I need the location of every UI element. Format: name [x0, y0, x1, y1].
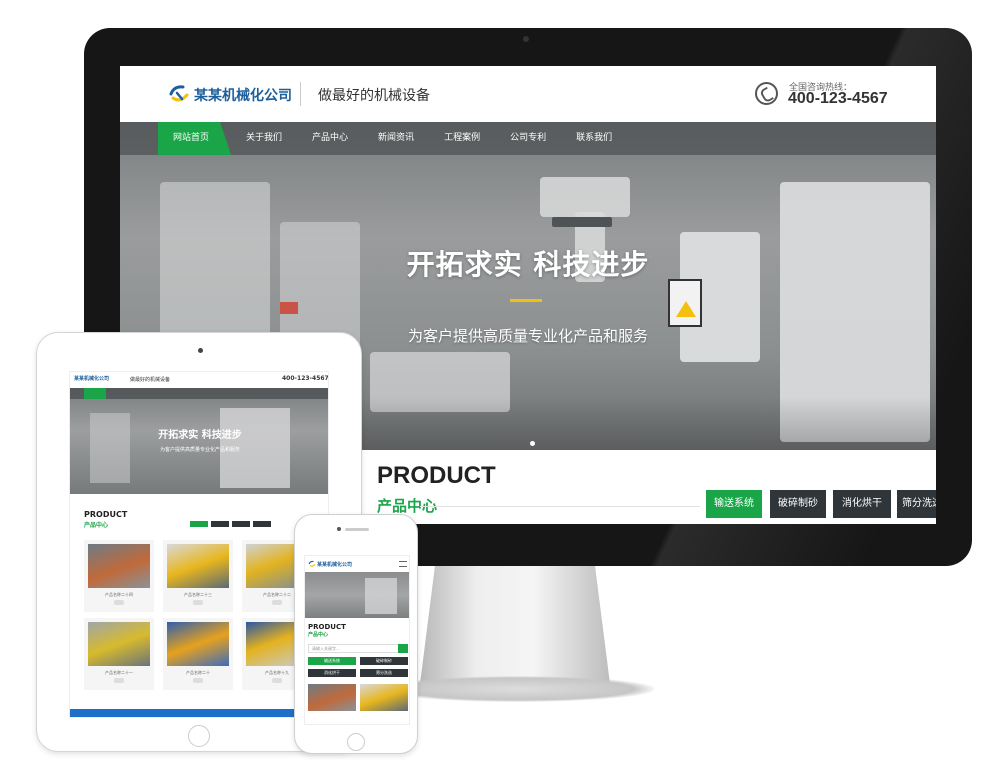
tablet-product-card[interactable]: 产品名称二十三 — [163, 540, 233, 612]
tablet-product-tab[interactable] — [253, 521, 271, 527]
monitor-stand-neck — [420, 564, 610, 684]
monitor-camera — [523, 36, 529, 42]
phone-speaker — [345, 528, 369, 531]
phone-search-button[interactable] — [398, 644, 408, 653]
phone-robot-shape — [365, 578, 397, 614]
company-slogan: 做最好的机械设备 — [318, 88, 430, 104]
device-mockup-stage: 某某机械化公司 做最好的机械设备 全国咨询热线： 400-123-4567 网站… — [0, 0, 1000, 782]
phone-search-input[interactable]: 请输入关键字... — [308, 644, 408, 653]
product-thumbnail — [88, 622, 150, 666]
header-divider — [300, 82, 301, 106]
phone-company-name[interactable]: 某某机械化公司 — [317, 561, 352, 568]
red-label-shape — [280, 302, 298, 314]
product-more-button[interactable] — [193, 678, 203, 683]
phone-product-heading-en: PRODUCT — [308, 623, 346, 631]
tablet-hero-title: 开拓求实 科技进步 — [158, 430, 242, 441]
phone-camera — [337, 527, 341, 531]
nav-item-about[interactable]: 关于我们 — [231, 122, 297, 155]
tablet-product-tab[interactable] — [190, 521, 208, 527]
product-more-button[interactable] — [193, 600, 203, 605]
tablet-screen: 某某机械化公司 做最好的机械设备 400-123-4567 开拓求实 科技进步 … — [69, 371, 329, 718]
product-tab-drying[interactable]: 消化烘干 — [833, 490, 891, 518]
nav-item-patents[interactable]: 公司专利 — [495, 122, 561, 155]
phone-menu-icon[interactable] — [399, 561, 407, 567]
product-heading-en: PRODUCT — [377, 462, 496, 489]
phone-product-tab[interactable]: 消化烘干 — [308, 669, 356, 677]
tablet-product-heading-cn: 产品中心 — [84, 522, 109, 529]
company-logo-icon[interactable] — [168, 83, 190, 105]
hero-title: 开拓求实 科技进步 — [406, 248, 650, 281]
nav-item-news[interactable]: 新闻资讯 — [363, 122, 429, 155]
phone-search-placeholder: 请输入关键字... — [312, 646, 340, 651]
tablet-company-name[interactable]: 某某机械化公司 — [74, 375, 109, 382]
product-thumbnail — [88, 544, 150, 588]
warning-sign-shape — [668, 279, 702, 327]
robot-gripper-shape — [552, 217, 612, 227]
tablet-hotline-number: 400-123-4567 — [282, 375, 329, 382]
product-caption: 产品名称二十三 — [184, 592, 212, 597]
nav-item-products[interactable]: 产品中心 — [297, 122, 363, 155]
robot-arm-shape — [540, 177, 630, 217]
phone-hero-banner — [305, 572, 409, 618]
tablet-product-tab[interactable] — [211, 521, 229, 527]
product-thumbnail — [167, 544, 229, 588]
tablet-hero-banner: 开拓求实 科技进步 为客户提供高质量专业化产品和服务 — [70, 388, 328, 494]
phone-product-tab[interactable]: 输送系统 — [308, 657, 356, 665]
tablet-camera — [198, 348, 203, 353]
main-navigation: 网站首页 关于我们 产品中心 新闻资讯 工程案例 公司专利 联系我们 — [120, 122, 936, 155]
product-caption: 产品名称二十一 — [105, 670, 133, 675]
nav-item-cases[interactable]: 工程案例 — [429, 122, 495, 155]
product-tab-screening[interactable]: 筛分洗选 — [897, 490, 936, 518]
company-name[interactable]: 某某机械化公司 — [194, 85, 292, 105]
tablet-site-header: 某某机械化公司 做最好的机械设备 400-123-4567 — [70, 372, 328, 388]
tablet-navigation — [70, 388, 328, 399]
product-caption: 产品名称二十 — [186, 670, 210, 675]
phone-product-tab[interactable]: 破碎制砂 — [360, 657, 408, 665]
tablet-footer-bar — [70, 709, 328, 717]
phone-product-heading-cn: 产品中心 — [308, 632, 329, 638]
slider-dot[interactable] — [530, 441, 535, 446]
tablet-product-tab[interactable] — [232, 521, 250, 527]
product-more-button[interactable] — [272, 600, 282, 605]
phone-device: 某某机械化公司 PRODUCT 产品中心 请输入关键字... 输送系统 破碎制砂… — [294, 514, 418, 754]
nav-item-home[interactable]: 网站首页 — [158, 122, 232, 155]
tablet-hero-subtitle: 为客户提供高质量专业化产品和服务 — [159, 447, 240, 453]
tablet-company-slogan: 做最好的机械设备 — [130, 377, 171, 383]
nav-item-contact[interactable]: 联系我们 — [561, 122, 627, 155]
hotline-number: 400-123-4567 — [788, 90, 888, 107]
phone-logo-icon — [308, 560, 316, 567]
product-thumbnail — [167, 622, 229, 666]
tablet-product-card[interactable]: 产品名称二十一 — [84, 618, 154, 690]
monitor-stand-base — [380, 676, 655, 702]
tablet-nav-active[interactable] — [84, 388, 106, 399]
tablet-home-button[interactable] — [188, 725, 210, 747]
tablet-product-card[interactable]: 产品名称二十 — [163, 618, 233, 690]
product-more-button[interactable] — [114, 678, 124, 683]
product-caption: 产品名称二十四 — [105, 592, 133, 597]
site-header: 某某机械化公司 做最好的机械设备 全国咨询热线： 400-123-4567 — [120, 66, 936, 122]
phone-screen: 某某机械化公司 PRODUCT 产品中心 请输入关键字... 输送系统 破碎制砂… — [304, 555, 410, 725]
tablet-product-card[interactable]: 产品名称二十四 — [84, 540, 154, 612]
phone-home-button[interactable] — [347, 733, 365, 751]
hero-accent-bar — [510, 299, 542, 302]
phone-product-thumbnail[interactable] — [360, 684, 408, 711]
product-more-button[interactable] — [272, 678, 282, 683]
product-more-button[interactable] — [114, 600, 124, 605]
phone-product-tab[interactable]: 筛分洗选 — [360, 669, 408, 677]
product-heading-line — [420, 506, 700, 507]
product-tab-conveying[interactable]: 输送系统 — [706, 490, 762, 518]
phone-product-thumbnail[interactable] — [308, 684, 356, 711]
phone-icon — [755, 82, 778, 105]
tablet-product-heading-en: PRODUCT — [84, 510, 128, 519]
product-tab-crushing[interactable]: 破碎制砂 — [770, 490, 826, 518]
